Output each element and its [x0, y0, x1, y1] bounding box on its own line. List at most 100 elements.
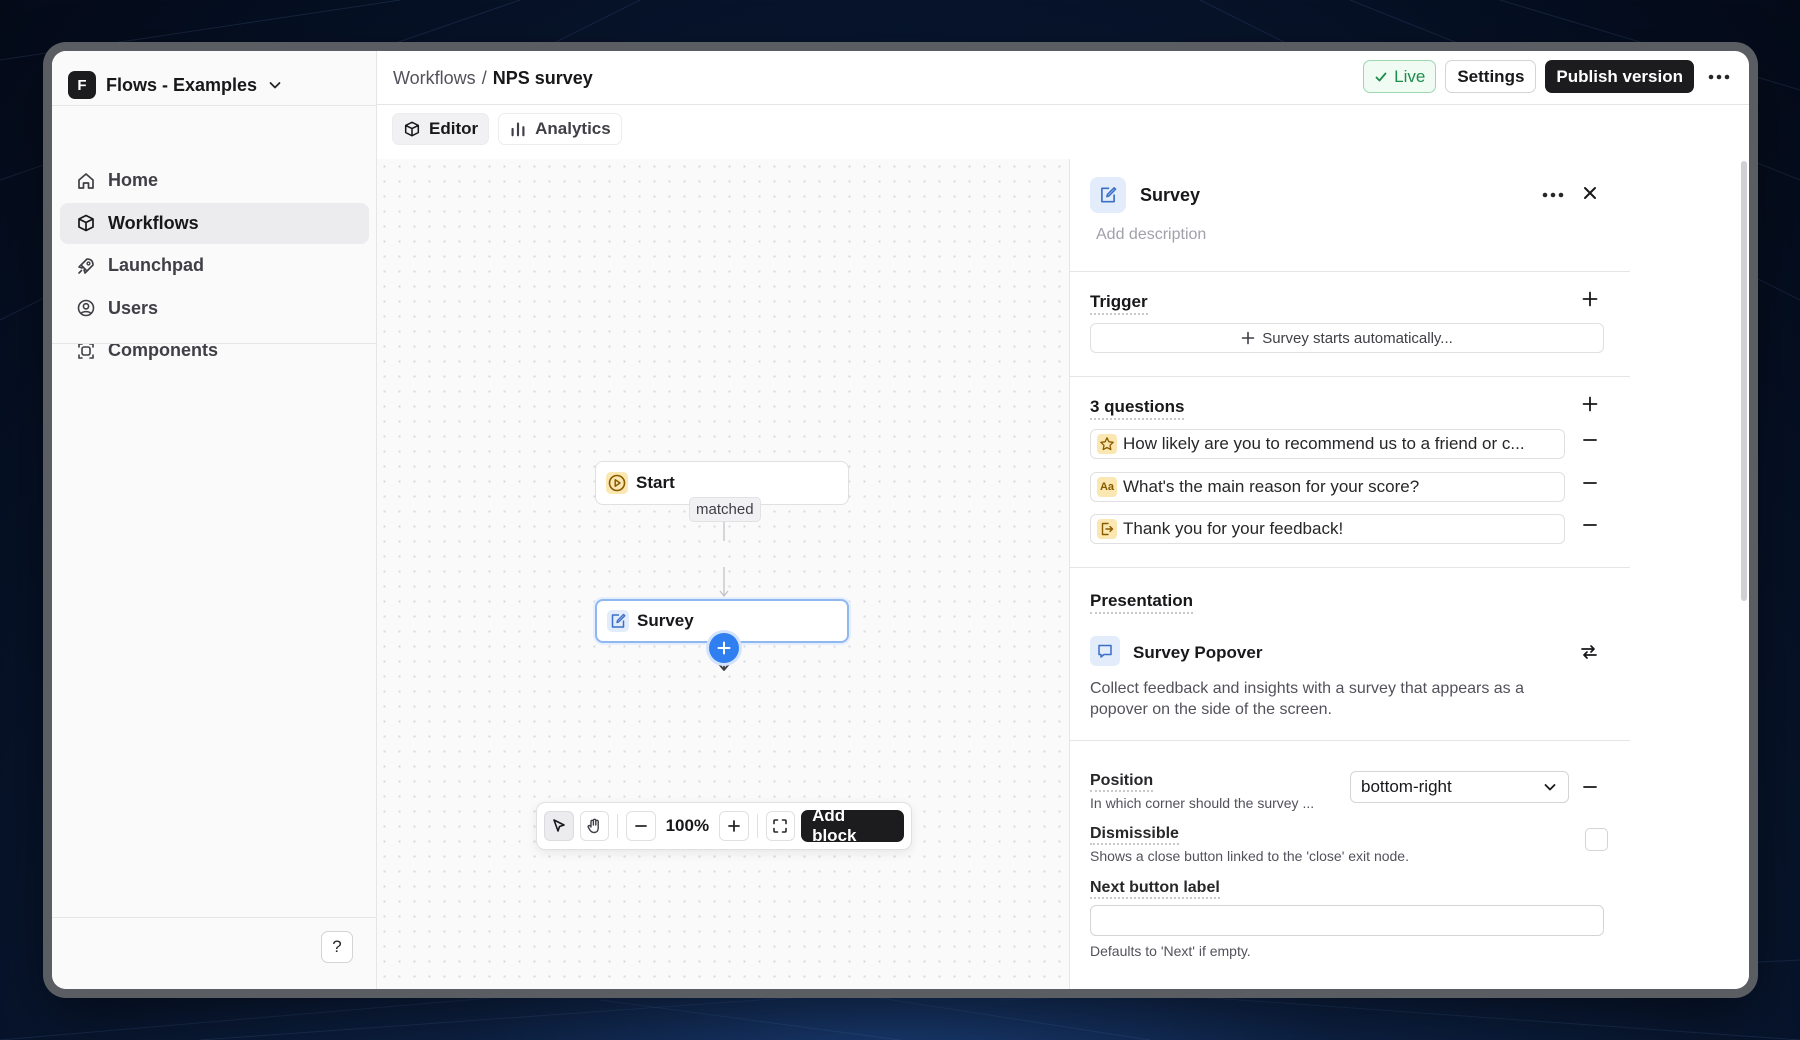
plus-icon [1582, 396, 1598, 412]
toolbar-divider [617, 814, 619, 838]
sidebar-item-label: Workflows [108, 212, 199, 233]
swap-arrows-icon [1581, 645, 1597, 659]
page-title: NPS survey [492, 68, 593, 88]
tab-analytics[interactable]: Analytics [498, 113, 622, 145]
minus-icon [1583, 524, 1597, 526]
question-item[interactable]: Thank you for your feedback! [1090, 514, 1565, 544]
add-block-button[interactable]: Add block [801, 806, 905, 845]
live-status-badge[interactable]: Live [1363, 60, 1437, 93]
cube-icon [78, 214, 94, 232]
panel-scrollbar[interactable] [1741, 161, 1747, 601]
trigger-section-title: Trigger [1090, 292, 1148, 315]
question-item[interactable]: Aa What's the main reason for your score… [1090, 472, 1565, 502]
dismissible-field-label: Dismissible [1090, 825, 1179, 845]
position-field-help: In which corner should the survey ... [1090, 795, 1315, 811]
tab-editor[interactable]: Editor [392, 113, 490, 145]
plus-icon [727, 820, 740, 832]
text-aa-icon: Aa [1097, 477, 1117, 497]
sidebar-nav: Home Workflows Launchpad Users Component… [60, 160, 369, 373]
minus-icon [635, 825, 647, 827]
add-trigger-button[interactable] [1581, 290, 1599, 313]
remove-position-button[interactable] [1581, 778, 1599, 801]
trigger-placeholder-button[interactable]: Survey starts automatically... [1090, 323, 1604, 353]
workspace-switcher[interactable]: F Flows - Examples [68, 71, 283, 99]
play-circle-icon [606, 472, 628, 494]
fit-view-button[interactable] [765, 811, 796, 841]
tab-label: Editor [429, 119, 479, 138]
zoom-in-button[interactable] [718, 811, 749, 841]
workflow-canvas[interactable]: Start matched Survey 100% Add block [377, 159, 1069, 989]
add-step-button[interactable] [709, 633, 739, 663]
minus-icon [1583, 482, 1597, 484]
question-item[interactable]: How likely are you to recommend us to a … [1090, 429, 1565, 459]
plus-icon [1241, 331, 1255, 345]
plus-icon [717, 641, 731, 655]
help-button[interactable]: ? [321, 931, 353, 963]
panel-more-button[interactable] [1542, 185, 1564, 203]
cube-icon [404, 121, 420, 137]
sidebar-item-label: Users [108, 297, 159, 318]
edge-label-matched[interactable]: matched [689, 497, 761, 522]
more-horizontal-icon [1708, 74, 1730, 79]
question-text: How likely are you to recommend us to a … [1123, 434, 1525, 453]
description-input[interactable]: Add description [1096, 226, 1206, 244]
sidebar-item-launchpad[interactable]: Launchpad [60, 245, 369, 286]
publish-version-button[interactable]: Publish version [1545, 60, 1694, 93]
fullscreen-icon [773, 819, 788, 833]
breadcrumb-separator: / [481, 68, 487, 88]
workspace-name: Flows - Examples [106, 74, 258, 95]
properties-panel: Survey Add description Trigger Survey st… [1069, 159, 1749, 989]
add-question-button[interactable] [1581, 395, 1599, 418]
sidebar-divider [52, 917, 376, 918]
dismissible-checkbox[interactable] [1585, 828, 1608, 851]
panel-title: Survey [1140, 185, 1201, 205]
toolbar-divider [756, 814, 758, 838]
chevron-down-icon [1544, 784, 1556, 791]
sidebar-item-home[interactable]: Home [60, 160, 369, 201]
survey-edit-icon [1090, 177, 1126, 213]
view-tabs: Editor Analytics [392, 113, 622, 145]
remove-question-button[interactable] [1581, 474, 1599, 497]
zoom-out-button[interactable] [626, 811, 656, 841]
sidebar-item-users[interactable]: Users [60, 288, 369, 329]
position-select[interactable]: bottom-right [1350, 771, 1569, 803]
tab-label: Analytics [535, 119, 611, 138]
header-actions: Live Settings Publish version [1363, 60, 1735, 93]
rocket-icon [78, 257, 94, 274]
presentation-component-name: Survey Popover [1133, 643, 1263, 662]
sidebar-item-workflows[interactable]: Workflows [60, 202, 369, 244]
more-options-button[interactable] [1703, 60, 1735, 93]
exit-icon [1097, 519, 1117, 539]
panel-close-button[interactable] [1581, 184, 1599, 207]
settings-button[interactable]: Settings [1445, 60, 1537, 93]
dismissible-field-help: Shows a close button linked to the 'clos… [1090, 848, 1409, 864]
question-text: Thank you for your feedback! [1123, 519, 1344, 538]
sidebar-item-components[interactable]: Components [60, 330, 369, 371]
breadcrumb-workflows-link[interactable]: Workflows [393, 68, 476, 89]
remove-question-button[interactable] [1581, 516, 1599, 539]
next-button-label-input[interactable] [1090, 905, 1604, 936]
node-label: Start [636, 473, 675, 492]
app-window: F Flows - Examples Home Workflows Launch… [52, 51, 1749, 989]
sidebar: F Flows - Examples Home Workflows Launch… [52, 51, 377, 989]
canvas-toolbar: 100% Add block [536, 802, 912, 850]
live-label: Live [1394, 66, 1426, 86]
breadcrumb: Workflows / NPS survey [393, 68, 593, 89]
select-tool-button[interactable] [544, 811, 574, 841]
position-select-value: bottom-right [1361, 777, 1452, 796]
panel-divider [1070, 740, 1630, 741]
swap-component-button[interactable] [1579, 642, 1599, 667]
zoom-level: 100% [665, 816, 710, 835]
remove-question-button[interactable] [1581, 431, 1599, 454]
close-icon [1584, 187, 1596, 199]
trigger-placeholder-text: Survey starts automatically... [1262, 329, 1453, 347]
bar-chart-icon [511, 122, 525, 137]
check-icon [1375, 72, 1387, 81]
pan-tool-button[interactable] [579, 811, 610, 841]
chevron-down-icon [269, 82, 281, 89]
presentation-description: Collect feedback and insights with a sur… [1090, 680, 1525, 718]
home-icon [78, 172, 94, 189]
next-button-label-field-label: Next button label [1090, 879, 1220, 899]
question-text: What's the main reason for your score? [1123, 477, 1420, 496]
next-button-label-help: Defaults to 'Next' if empty. [1090, 943, 1251, 959]
